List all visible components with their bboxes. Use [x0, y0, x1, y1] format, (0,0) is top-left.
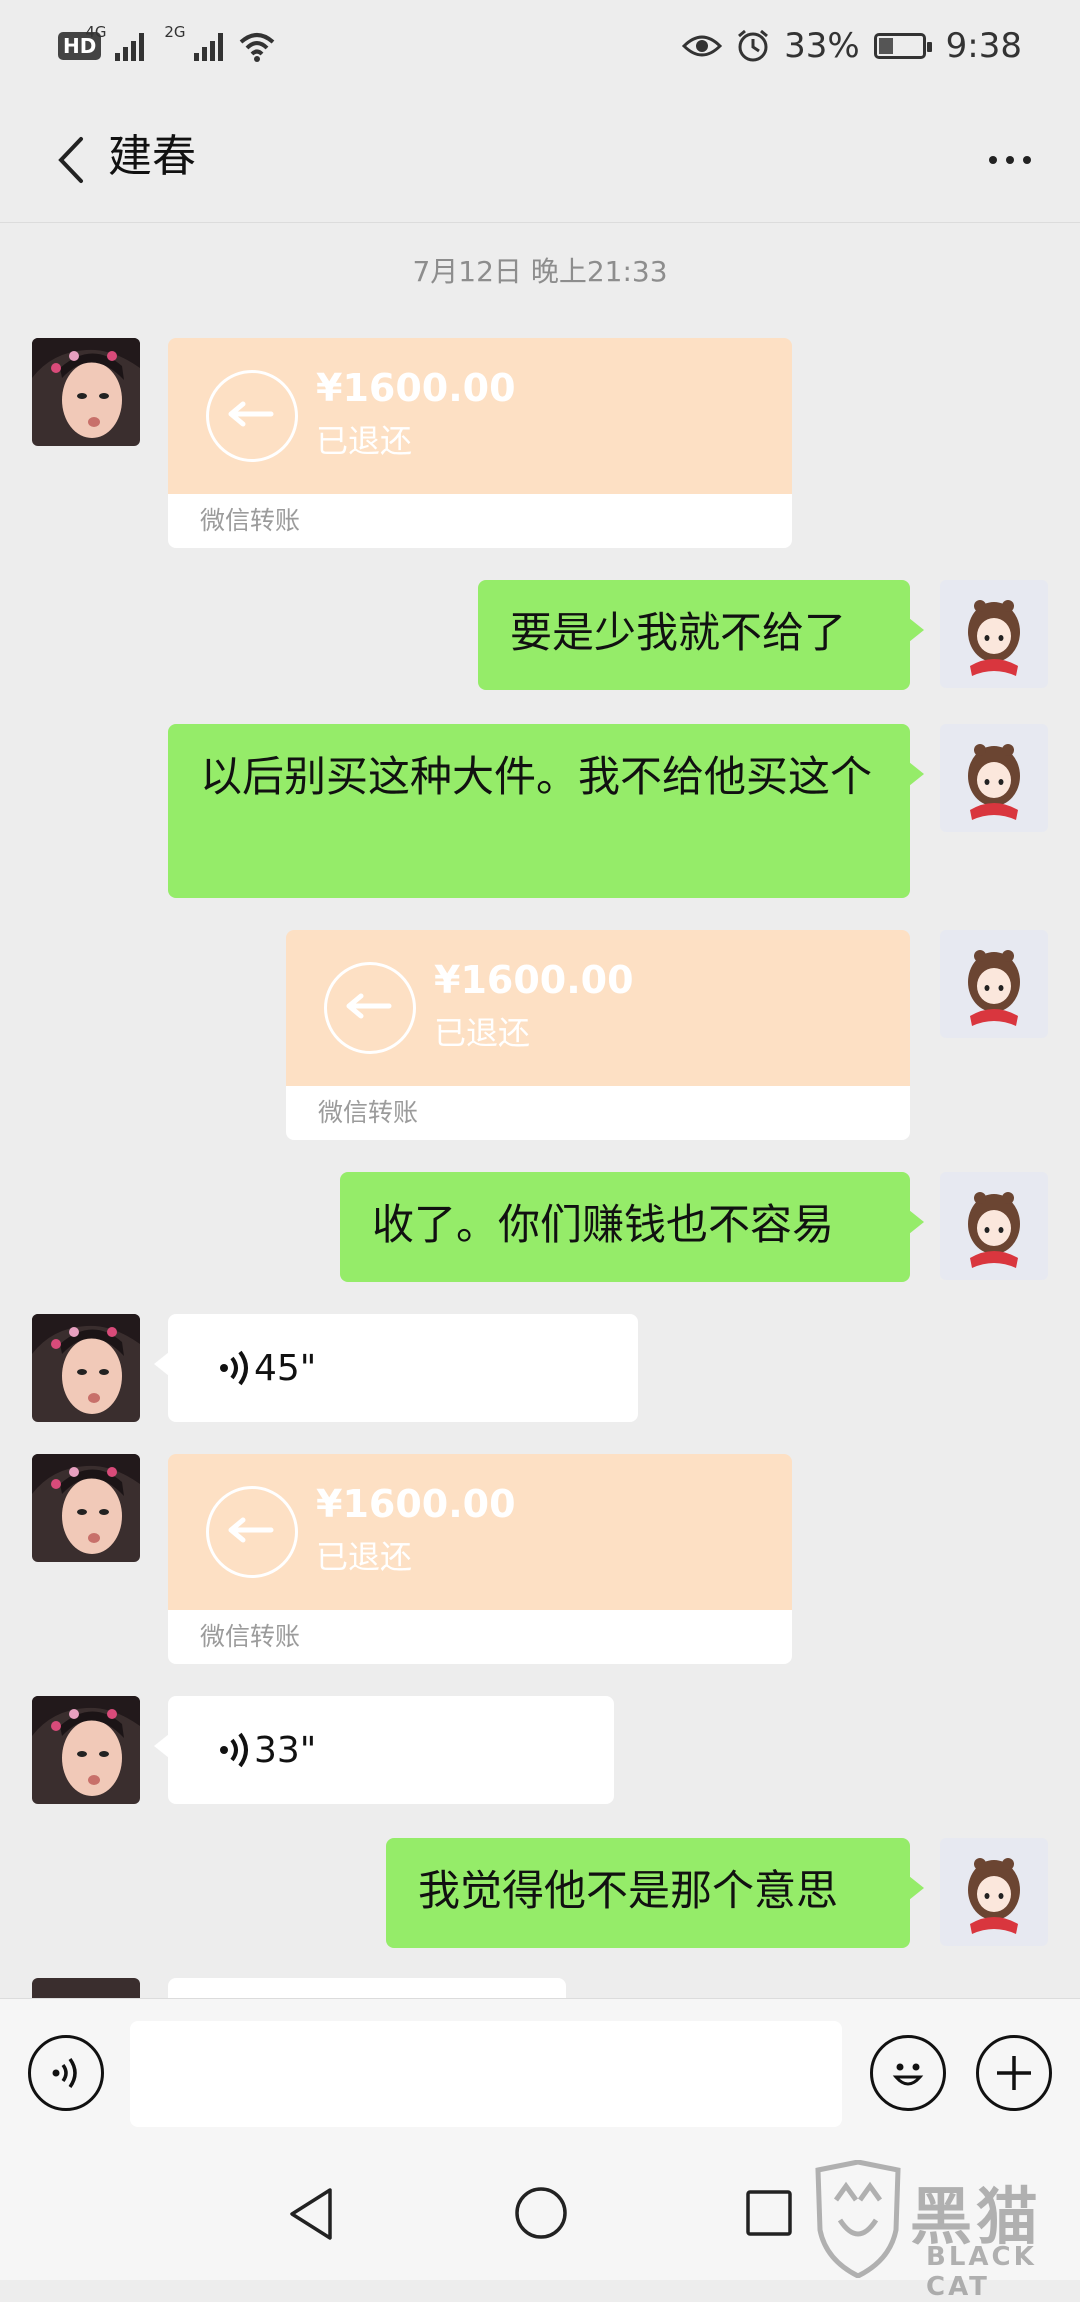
my-message-bubble[interactable]: 收了。你们赚钱也不容易 — [340, 1172, 924, 1282]
message-bubble-partial — [168, 1978, 566, 1998]
message-text: 我觉得他不是那个意思 — [418, 1866, 839, 1915]
watermark-subtext: BLACK CAT — [926, 2242, 1037, 2302]
more-functions-button[interactable] — [976, 2035, 1052, 2111]
my-avatar[interactable] — [940, 580, 1048, 688]
more-button[interactable] — [970, 120, 1050, 200]
signal-4g-icon: 4G — [85, 23, 145, 61]
transfer-status: 已退还 — [434, 1014, 531, 1052]
my-avatar-illustration — [940, 580, 1048, 688]
contact-avatar-photo — [32, 338, 140, 446]
emoji-button[interactable] — [870, 2035, 946, 2111]
my-message-bubble[interactable]: 以后别买这种大件。我不给他买这个 — [168, 724, 924, 898]
chevron-left-icon — [58, 137, 83, 183]
circle-home-icon[interactable] — [514, 2186, 568, 2240]
transfer-card[interactable]: ¥1600.00 已退还 微信转账 — [168, 338, 792, 548]
transfer-amount: ¥1600.00 — [434, 958, 634, 1002]
transfer-status: 已退还 — [316, 422, 413, 460]
alarm-icon — [738, 29, 769, 62]
contact-avatar[interactable] — [32, 1696, 140, 1804]
voice-message-bubble[interactable]: 45" — [154, 1314, 638, 1422]
contact-avatar-photo — [32, 1696, 140, 1804]
transfer-status: 已退还 — [316, 1538, 413, 1576]
transfer-returned-icon — [206, 370, 298, 462]
my-avatar-illustration — [940, 930, 1048, 1038]
my-avatar-illustration — [940, 1172, 1048, 1280]
contact-avatar[interactable] — [32, 1314, 140, 1422]
wifi-icon — [240, 33, 275, 62]
transfer-label: 微信转账 — [286, 1086, 910, 1140]
voice-input-button[interactable] — [28, 2035, 104, 2111]
transfer-returned-icon — [206, 1486, 298, 1578]
square-recents-icon[interactable] — [744, 2188, 794, 2238]
transfer-label: 微信转账 — [168, 494, 792, 548]
input-bar — [0, 1998, 1080, 2147]
status-bar: HD 4G 2G 33% 9:38 — [0, 0, 1080, 92]
my-message-bubble[interactable]: 我觉得他不是那个意思 — [386, 1838, 924, 1948]
contact-avatar[interactable] — [32, 338, 140, 446]
message-text: 要是少我就不给了 — [510, 608, 847, 657]
plus-icon — [997, 2056, 1031, 2090]
voice-duration: 45" — [254, 1347, 317, 1389]
chat-timestamp: 7月12日 晚上21:33 — [412, 255, 668, 288]
battery-percent: 33% — [784, 26, 860, 66]
my-avatar[interactable] — [940, 1838, 1048, 1946]
chat-title: 建春 — [108, 131, 196, 182]
signal-2g-icon: 2G — [164, 23, 224, 61]
battery-icon — [873, 33, 932, 59]
my-message-bubble[interactable]: 要是少我就不给了 — [478, 580, 924, 690]
voice-duration: 33" — [254, 1729, 317, 1771]
black-cat-logo-icon — [815, 2160, 901, 2278]
voice-wave-icon — [220, 1732, 248, 1768]
my-avatar[interactable] — [940, 1172, 1048, 1280]
watermark: 黑猫 BLACK CAT — [810, 2160, 1080, 2302]
status-right: 33% 9:38 — [682, 22, 1022, 70]
eye-icon — [682, 35, 723, 57]
clock: 9:38 — [945, 26, 1022, 66]
transfer-returned-icon — [324, 962, 416, 1054]
my-avatar-illustration — [940, 724, 1048, 832]
voice-message-bubble[interactable]: 33" — [154, 1696, 614, 1804]
transfer-card[interactable]: ¥1600.00 已退还 微信转账 — [286, 930, 910, 1140]
contact-avatar-photo — [32, 1454, 140, 1562]
my-avatar-illustration — [940, 1838, 1048, 1946]
voice-wave-icon — [220, 1350, 248, 1386]
contact-avatar-photo — [32, 1314, 140, 1422]
emoji-icon — [892, 2063, 924, 2086]
message-text: 收了。你们赚钱也不容易 — [372, 1200, 835, 1249]
contact-avatar-partial — [32, 1978, 140, 1998]
transfer-amount: ¥1600.00 — [316, 366, 516, 410]
contact-avatar[interactable] — [32, 1454, 140, 1562]
status-left: HD 4G 2G — [58, 22, 277, 70]
transfer-amount: ¥1600.00 — [316, 1482, 516, 1526]
triangle-back-icon[interactable] — [286, 2186, 336, 2242]
transfer-card[interactable]: ¥1600.00 已退还 微信转账 — [168, 1454, 792, 1664]
my-avatar[interactable] — [940, 724, 1048, 832]
more-dots-icon — [989, 156, 997, 164]
voice-icon — [52, 2057, 77, 2089]
back-button[interactable] — [30, 120, 110, 200]
message-input[interactable] — [130, 2021, 842, 2127]
message-text: 以后别买这种大件。我不给他买这个 — [200, 752, 873, 801]
my-avatar[interactable] — [940, 930, 1048, 1038]
chat-header: 建春 — [0, 92, 1080, 223]
transfer-label: 微信转账 — [168, 1610, 792, 1664]
